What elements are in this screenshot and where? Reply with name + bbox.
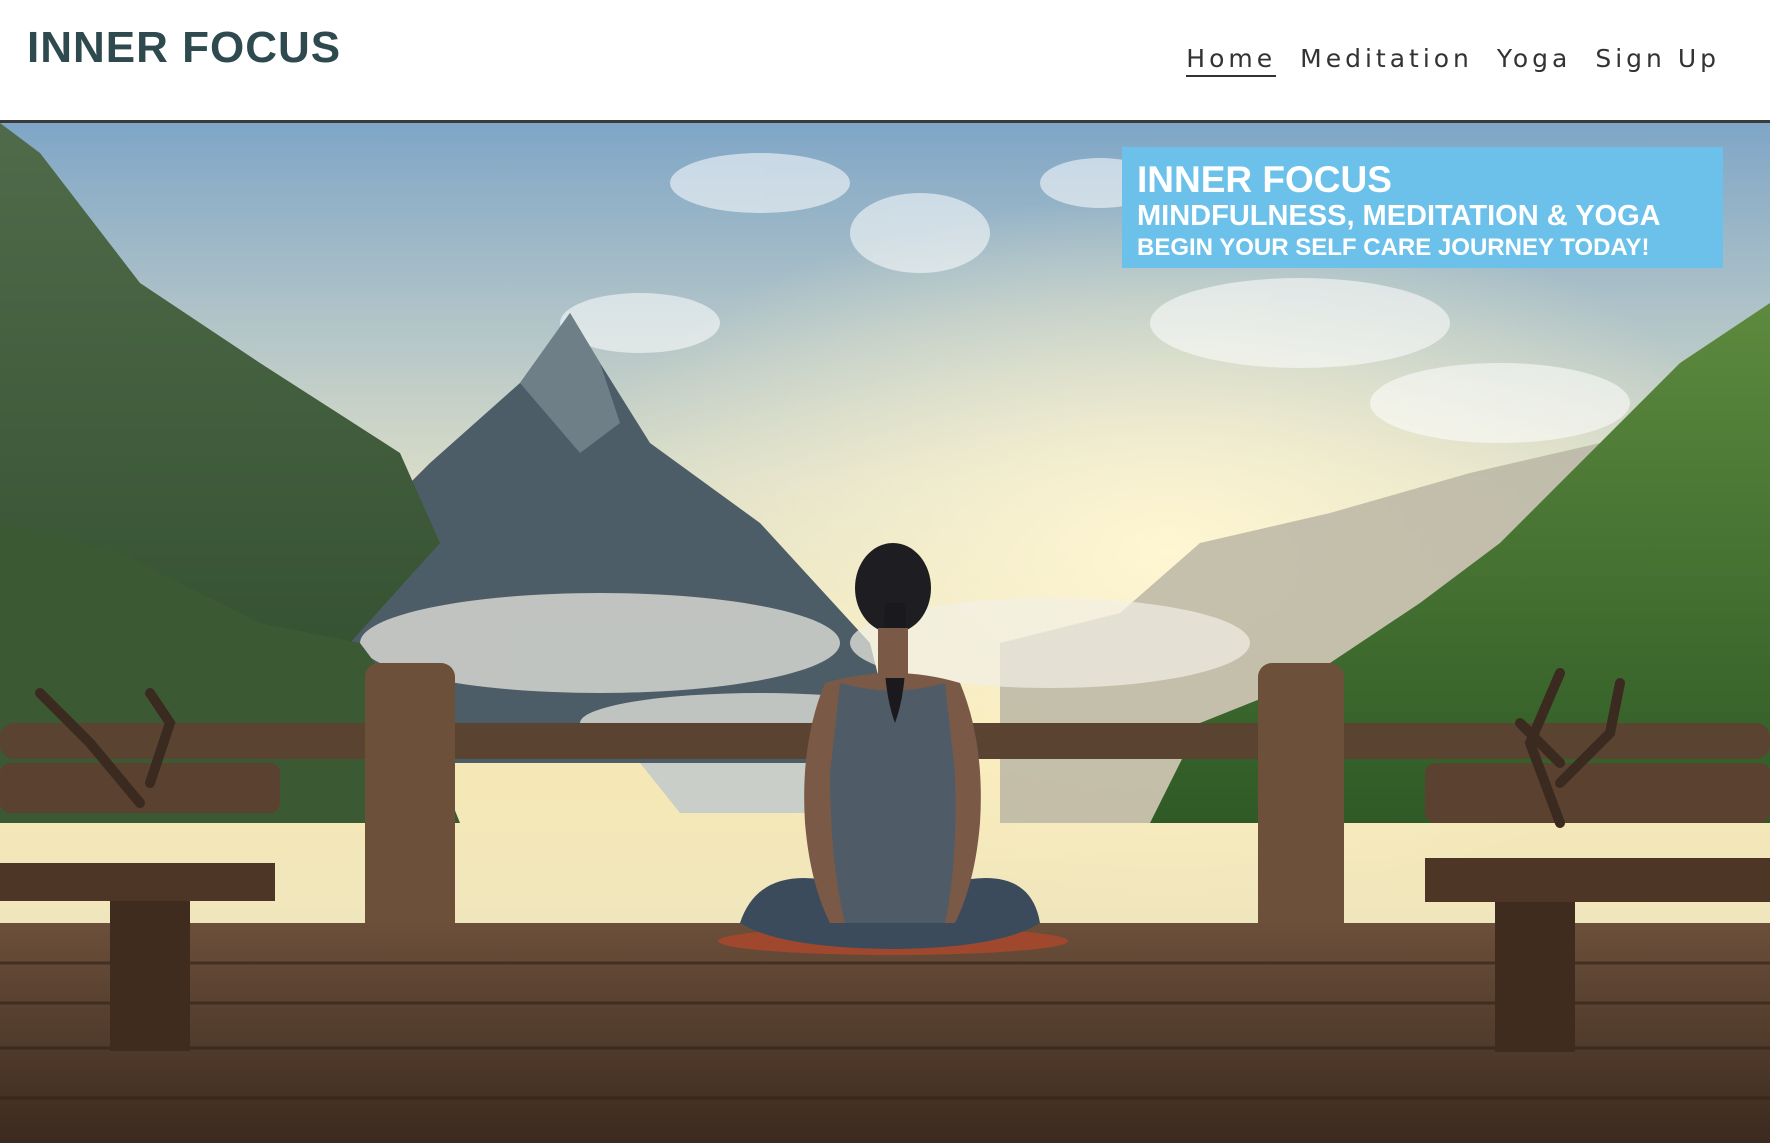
nav-home-link[interactable]: Home [1186, 44, 1277, 77]
nav-yoga-link[interactable]: Yoga [1497, 44, 1571, 77]
main-nav: Home Meditation Yoga Sign Up [1186, 44, 1720, 77]
site-logo[interactable]: INNER FOCUS [27, 26, 341, 70]
site-header: INNER FOCUS Home Meditation Yoga Sign Up [0, 0, 1770, 123]
hero-image [0, 123, 1770, 1143]
nav-meditation-link[interactable]: Meditation [1300, 44, 1473, 77]
badge-subtitle: MINDFULNESS, MEDITATION & YOGA [1137, 200, 1661, 232]
hero-banner [0, 123, 1770, 1143]
badge-title: INNER FOCUS [1137, 159, 1392, 200]
hero-promo-badge: INNER FOCUS MINDFULNESS, MEDITATION & YO… [1122, 147, 1723, 268]
badge-tagline: BEGIN YOUR SELF CARE JOURNEY TODAY! [1137, 233, 1650, 261]
nav-signup-link[interactable]: Sign Up [1595, 44, 1720, 77]
